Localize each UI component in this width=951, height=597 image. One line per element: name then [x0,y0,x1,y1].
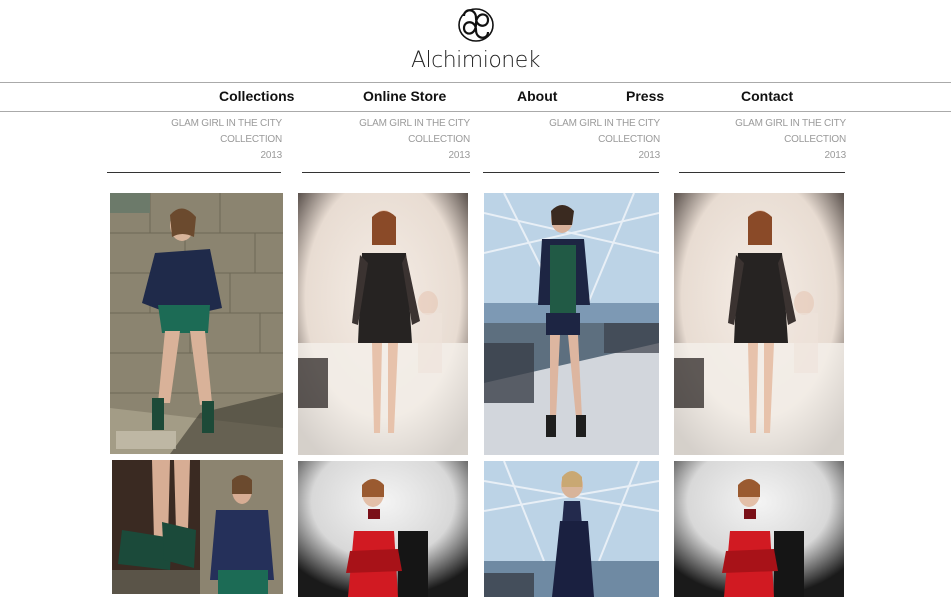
nav-contact[interactable]: Contact [741,88,793,104]
nav-online-store[interactable]: Online Store [363,88,446,104]
gallery-photo[interactable] [674,193,844,455]
caption-subtitle: COLLECTION [598,134,660,145]
main-navigation: Collections Online Store About Press Con… [0,82,951,112]
collection-caption: GLAM GIRL IN THE CITY COLLECTION 2013 [666,116,846,164]
caption-year: 2013 [824,150,847,161]
brand-name[interactable]: Alchimionek [0,48,951,73]
section-divider [107,172,281,173]
caption-title: GLAM GIRL IN THE CITY [359,118,470,129]
caption-year: 2013 [638,150,661,161]
caption-title: GLAM GIRL IN THE CITY [171,118,282,129]
caption-year: 2013 [448,150,471,161]
nav-about[interactable]: About [517,88,557,104]
gallery-photo[interactable] [110,193,283,454]
gallery-photo[interactable] [674,461,844,597]
gallery-photo[interactable] [484,461,659,597]
site-header: Alchimionek [0,6,951,73]
caption-title: GLAM GIRL IN THE CITY [735,118,846,129]
caption-subtitle: COLLECTION [220,134,282,145]
caption-subtitle: COLLECTION [408,134,470,145]
caption-year: 2013 [260,150,283,161]
gallery-photo[interactable] [298,193,468,455]
gallery-photo[interactable] [112,460,283,594]
collection-caption: GLAM GIRL IN THE CITY COLLECTION 2013 [480,116,660,164]
nav-collections[interactable]: Collections [219,88,294,104]
gallery-photo[interactable] [484,193,659,455]
section-divider [302,172,470,173]
caption-subtitle: COLLECTION [784,134,846,145]
section-divider [679,172,845,173]
section-divider [483,172,659,173]
infinity-knot-logo-icon[interactable] [456,6,496,44]
nav-press[interactable]: Press [626,88,664,104]
gallery-photo[interactable] [298,461,468,597]
caption-title: GLAM GIRL IN THE CITY [549,118,660,129]
collection-caption: GLAM GIRL IN THE CITY COLLECTION 2013 [290,116,470,164]
collection-caption: GLAM GIRL IN THE CITY COLLECTION 2013 [102,116,282,164]
